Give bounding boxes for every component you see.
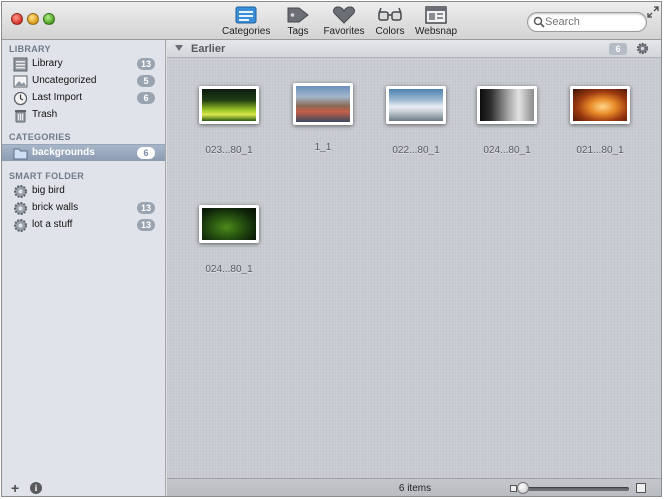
count-badge: 5 bbox=[137, 75, 155, 87]
sidebar-item-big-bird[interactable]: big bird bbox=[2, 183, 165, 200]
thumbnail-image[interactable] bbox=[199, 86, 259, 124]
gear-icon bbox=[14, 202, 27, 215]
websnap-icon bbox=[425, 6, 447, 24]
heart-icon bbox=[333, 6, 355, 24]
info-button[interactable]: i bbox=[30, 482, 42, 494]
tab-websnap-label: Websnap bbox=[415, 26, 458, 37]
thumbnail-image[interactable] bbox=[199, 205, 259, 243]
search-input[interactable] bbox=[545, 15, 640, 29]
group-count-badge: 6 bbox=[609, 43, 627, 55]
uncategorized-icon bbox=[13, 75, 28, 88]
tab-favorites-label: Favorites bbox=[323, 26, 365, 37]
categories-icon bbox=[235, 6, 257, 24]
sidebar-item-label: backgrounds bbox=[32, 147, 95, 158]
thumbnail-caption: 022...80_1 bbox=[392, 145, 440, 156]
folder-icon bbox=[13, 148, 28, 160]
search-field[interactable] bbox=[527, 12, 647, 32]
tab-categories[interactable]: Categories bbox=[222, 5, 270, 37]
tab-colors[interactable]: Colors bbox=[374, 5, 406, 37]
toolbar: Categories Tags Favorites Colors Websnap… bbox=[2, 2, 661, 40]
sidebar-item-label: big bird bbox=[32, 185, 65, 196]
tab-tags-label: Tags bbox=[287, 26, 309, 37]
fullscreen-icon[interactable] bbox=[647, 6, 659, 18]
gear-icon[interactable] bbox=[636, 42, 649, 55]
tab-favorites[interactable]: Favorites bbox=[323, 5, 365, 37]
sidebar-item-label: brick walls bbox=[32, 202, 79, 213]
status-bar: 6 items bbox=[167, 478, 661, 496]
sidebar-item-brick-walls[interactable]: brick walls 13 bbox=[2, 200, 165, 217]
thumbnail-caption: 1_1 bbox=[314, 142, 332, 153]
thumbnail-caption: 023...80_1 bbox=[205, 145, 253, 156]
count-badge: 13 bbox=[136, 58, 155, 70]
minimize-button[interactable] bbox=[27, 13, 39, 25]
zoom-button[interactable] bbox=[43, 13, 55, 25]
tab-websnap[interactable]: Websnap bbox=[415, 5, 457, 37]
thumbnail-image[interactable] bbox=[293, 83, 353, 125]
tab-categories-label: Categories bbox=[222, 26, 271, 37]
gear-icon bbox=[14, 185, 27, 198]
count-badge: 6 bbox=[137, 92, 155, 104]
sidebar-item-label: lot a stuff bbox=[32, 219, 73, 230]
group-header[interactable]: Earlier 6 bbox=[167, 40, 661, 58]
sidebar-item-backgrounds[interactable]: backgrounds 6 bbox=[2, 144, 165, 161]
count-badge: 13 bbox=[136, 202, 155, 214]
thumbnail-caption: 021...80_1 bbox=[576, 145, 624, 156]
thumbnail-image[interactable] bbox=[570, 86, 630, 124]
main-content: Earlier 6 023...80_1 1_1 022...80_1 024.… bbox=[167, 40, 661, 496]
zoom-large-icon[interactable] bbox=[636, 483, 646, 493]
sidebar-item-label: Last Import bbox=[32, 92, 83, 103]
glasses-icon bbox=[378, 7, 402, 21]
sidebar-item-uncategorized[interactable]: Uncategorized 5 bbox=[2, 73, 165, 90]
sidebar: LIBRARY Library 13 Uncategorized 5 Last … bbox=[2, 40, 166, 496]
zoom-small-icon[interactable] bbox=[510, 485, 517, 492]
trash-icon bbox=[15, 110, 26, 123]
sidebar-item-lot-a-stuff[interactable]: lot a stuff 13 bbox=[2, 217, 165, 234]
count-badge: 13 bbox=[136, 219, 155, 231]
smart-folder-section-header: SMART FOLDER bbox=[9, 171, 85, 181]
sidebar-item-label: Uncategorized bbox=[32, 75, 97, 86]
thumbnail-image[interactable] bbox=[386, 86, 446, 124]
categories-section-header: CATEGORIES bbox=[9, 132, 71, 142]
thumbnail-caption: 024...80_1 bbox=[205, 264, 253, 275]
gear-icon bbox=[14, 219, 27, 232]
thumbnail-image[interactable] bbox=[477, 86, 537, 124]
sidebar-item-label: Library bbox=[32, 58, 63, 69]
search-icon bbox=[533, 16, 545, 28]
clock-icon bbox=[13, 91, 28, 106]
app-window: Categories Tags Favorites Colors Websnap… bbox=[1, 1, 662, 497]
add-button[interactable]: + bbox=[11, 480, 19, 496]
sidebar-item-library[interactable]: Library 13 bbox=[2, 56, 165, 73]
disclosure-triangle-icon[interactable] bbox=[175, 45, 183, 51]
count-badge: 6 bbox=[137, 147, 155, 159]
tab-colors-label: Colors bbox=[375, 26, 405, 37]
sidebar-item-last-import[interactable]: Last Import 6 bbox=[2, 90, 165, 107]
slider-knob[interactable] bbox=[517, 482, 529, 494]
sidebar-footer: + i bbox=[2, 477, 165, 496]
thumbnail-size-slider[interactable] bbox=[522, 487, 629, 491]
sidebar-item-label: Trash bbox=[32, 109, 58, 120]
library-section-header: LIBRARY bbox=[9, 44, 51, 54]
sidebar-item-trash[interactable]: Trash bbox=[2, 107, 165, 124]
group-title: Earlier bbox=[191, 43, 226, 55]
library-icon bbox=[13, 57, 28, 72]
tag-icon bbox=[287, 7, 309, 23]
tab-tags[interactable]: Tags bbox=[284, 5, 312, 37]
close-button[interactable] bbox=[11, 13, 23, 25]
thumbnail-caption: 024...80_1 bbox=[483, 145, 531, 156]
